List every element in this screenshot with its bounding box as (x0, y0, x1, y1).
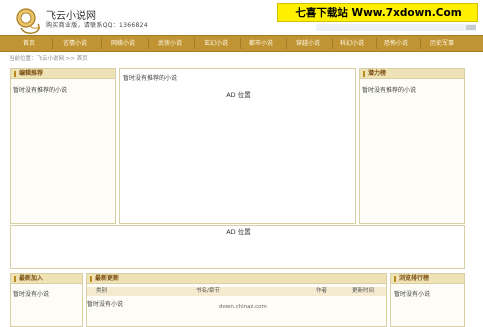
nav-item-horror[interactable]: 恐怖小说 (376, 36, 416, 51)
editor-picks-panel: 编辑推荐 暂时没有推荐的小说 (10, 68, 116, 224)
site-mark: down.chinaz.com (219, 304, 267, 310)
editor-picks-empty: 暂时没有推荐的小说 (13, 87, 68, 94)
editor-picks-title: 编辑推荐 (19, 70, 44, 77)
breadcrumb: 当前位置：飞云小说网 >> 首页 (9, 56, 88, 62)
nav-item-urban[interactable]: 都市小说 (241, 36, 281, 51)
nav-separator (286, 38, 287, 49)
ad-slot-banner[interactable]: AD 位置 (11, 226, 466, 236)
download-site-watermark: 七喜下载站 Www.7xdown.Com (277, 3, 478, 22)
views-ranking-title: 浏览排行榜 (399, 275, 430, 282)
nav-separator (148, 38, 149, 49)
panel-header: 浏览排行榜 (391, 274, 464, 284)
new-added-panel: 最新加入 暂时没有小说 (10, 273, 83, 327)
nav-item-history[interactable]: 历史军事 (422, 36, 462, 51)
main-navigation: 首页 言情小说 网络小说 武侠小说 玄幻小说 都市小说 穿越小说 科幻小说 恐怖… (0, 35, 483, 52)
views-ranking-empty: 暂时没有小说 (394, 291, 431, 298)
featured-empty: 暂时没有推荐的小说 (123, 75, 178, 82)
latest-updates-empty: 暂时没有小说 (87, 301, 124, 308)
panel-header: 潜力榜 (360, 69, 464, 79)
nav-item-home[interactable]: 首页 (9, 36, 49, 51)
potential-ranking-empty: 暂时没有推荐的小说 (362, 87, 417, 94)
column-title-chapter: 书名/章节 (196, 288, 220, 294)
panel-header: 最新加入 (11, 274, 82, 284)
site-subtitle: 购买商业版，请联系QQ：1366824 (46, 22, 148, 29)
banner-ad-panel: AD 位置 (10, 225, 465, 269)
nav-item-web-novel[interactable]: 网络小说 (103, 36, 143, 51)
column-update-time: 更新时间 (352, 288, 375, 294)
site-logo[interactable] (14, 6, 44, 36)
nav-item-time-travel[interactable]: 穿越小说 (288, 36, 328, 51)
featured-content-area: 暂时没有推荐的小说 AD 位置 (119, 68, 356, 224)
header-marker-icon (14, 71, 16, 77)
panel-header: 最新更新 (87, 274, 386, 284)
nav-separator (420, 38, 421, 49)
column-category: 类别 (96, 288, 108, 294)
latest-updates-title: 最新更新 (95, 275, 120, 282)
watermark-text: 七喜下载站 Www.7xdown.Com (295, 7, 462, 19)
nav-item-romance[interactable]: 言情小说 (55, 36, 95, 51)
potential-ranking-title: 潜力榜 (368, 70, 387, 77)
nav-item-wuxia[interactable]: 武侠小说 (150, 36, 190, 51)
nav-separator (101, 38, 102, 49)
search-input[interactable] (316, 24, 476, 31)
search-button[interactable] (466, 25, 476, 30)
nav-separator (52, 38, 53, 49)
header-marker-icon (90, 276, 92, 282)
views-ranking-panel: 浏览排行榜 暂时没有小说 (390, 273, 465, 327)
updates-table-header: 类别 书名/章节 作者 更新时间 (87, 287, 386, 296)
header-marker-icon (14, 276, 16, 282)
nav-separator (194, 38, 195, 49)
new-added-title: 最新加入 (19, 275, 44, 282)
header-marker-icon (394, 276, 396, 282)
ad-slot-top[interactable]: AD 位置 (120, 89, 357, 99)
new-added-empty: 暂时没有小说 (13, 291, 50, 298)
nav-item-fantasy[interactable]: 玄幻小说 (196, 36, 236, 51)
panel-header: 编辑推荐 (11, 69, 115, 79)
potential-ranking-panel: 潜力榜 暂时没有推荐的小说 (359, 68, 465, 224)
header-marker-icon (363, 71, 365, 77)
latest-updates-panel: 最新更新 类别 书名/章节 作者 更新时间 暂时没有小说 down.chinaz… (86, 273, 387, 327)
nav-item-scifi[interactable]: 科幻小说 (332, 36, 372, 51)
column-author: 作者 (316, 288, 328, 294)
